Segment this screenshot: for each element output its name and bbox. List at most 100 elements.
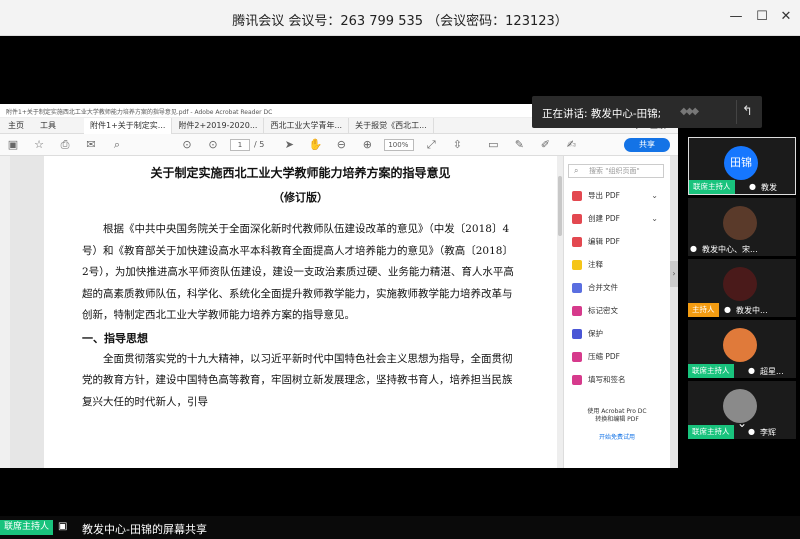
comment-tool-icon[interactable]: ▭ (486, 138, 500, 152)
edit-pdf-icon (572, 236, 582, 247)
avatar: 田锦 (724, 146, 758, 180)
fill-sign-icon (572, 374, 582, 385)
chevron-down-icon[interactable]: ⌄ (651, 191, 658, 200)
draw-icon[interactable]: ✐ (538, 138, 552, 152)
maximize-icon[interactable]: ☐ (753, 8, 771, 26)
participant-card[interactable]: 主持人 ● 教发中... (688, 259, 796, 317)
tool-item[interactable]: 保护 (564, 322, 670, 345)
participant-name: 李辉 (760, 428, 776, 437)
document-heading-1: 一、指导思想 (82, 331, 148, 345)
chevron-down-icon[interactable]: ⌄ (737, 416, 747, 430)
host-tag: 联席主持人 (689, 180, 735, 194)
free-trial-link[interactable]: 开始免费试用 (570, 434, 664, 442)
participant-card[interactable]: 田锦 联席主持人 ● 教发 (688, 137, 796, 195)
participant-name: 超星... (760, 367, 784, 376)
participant-name: 教发中... (736, 306, 768, 315)
page-number-input[interactable]: 1 (230, 138, 250, 151)
doc-tab-1[interactable]: 附件1+关于制定实... (84, 117, 173, 134)
tool-item-label: 保护 (588, 329, 603, 338)
export-pdf-icon (572, 190, 582, 201)
prev-page-icon[interactable]: ⊙ (180, 138, 194, 152)
document-paragraph-1: 根据《中共中央国务院关于全面深化新时代教师队伍建设改革的意见》（中发〔2018〕… (82, 223, 514, 321)
minimize-icon[interactable]: — (727, 8, 745, 26)
participant-card[interactable]: 联席主持人 ● 李辉 (688, 381, 796, 439)
meeting-titlebar: 腾讯会议 会议号：263 799 535 （会议密码：123123） — ☐ ✕ (0, 0, 800, 36)
bookmark-star-icon[interactable]: ☆ (32, 138, 46, 152)
promo-line-1: 使用 Acrobat Pro DC (587, 408, 647, 415)
document-paragraph-2: 全面贯彻落实党的十九大精神，以习近平新时代中国特色社会主义思想为指导，全面贯彻党… (82, 352, 513, 408)
tool-item[interactable]: 编辑 PDF (564, 230, 670, 253)
hand-tool-icon[interactable]: ✋ (308, 138, 322, 152)
tools-search-input[interactable]: ⌕ 搜索 "组织页面" (568, 164, 664, 178)
collapse-pane-icon[interactable]: › (670, 261, 678, 287)
share-button-label: 共享 (639, 140, 655, 149)
document-title: 关于制定实施西北工业大学教师能力培养方案的指导意见 (150, 166, 451, 180)
highlight-icon[interactable]: ✎ (512, 138, 526, 152)
microphone-icon: ● (749, 182, 756, 191)
search-icon: ⌕ (574, 166, 579, 175)
scroll-mode-icon[interactable]: ⇳ (450, 138, 464, 152)
avatar (723, 328, 757, 362)
tool-item-label: 创建 PDF (588, 214, 620, 223)
microphone-icon: ● (690, 244, 697, 253)
tool-item[interactable]: 合并文件 (564, 276, 670, 299)
exit-fullscreen-icon[interactable]: ↰ (736, 100, 758, 124)
document-subtitle: （修订版） (273, 191, 328, 204)
next-page-icon[interactable]: ⊙ (206, 138, 220, 152)
chevron-down-icon[interactable]: ⌄ (651, 214, 658, 223)
acrobat-window: 附件1+关于制定实施西北工业大学教师能力培养方案的指导意见.pdf - Adob… (0, 104, 678, 468)
page-total: / 5 (254, 140, 265, 149)
bottom-status-bar: 联席主持人 ▣ 教发中心-田锦的屏幕共享 (0, 516, 800, 539)
tools-pane: ⌕ 搜索 "组织页面" 导出 PDF ⌄ 创建 PDF ⌄ 编辑 PDF 注释合并文件标记… (563, 156, 670, 468)
acrobat-toolbar: ▣ ☆ ⎙ ✉ ⌕ ⊙ ⊙ 1 / 5 ➤ ✋ ⊖ ⊕ 100% ⤢ ⇳ ▭ ✎… (0, 134, 678, 156)
email-icon[interactable]: ✉ (84, 138, 98, 152)
menu-tools[interactable]: 工具 (32, 120, 64, 131)
tool-item-label: 编辑 PDF (588, 237, 620, 246)
search-icon[interactable]: ⌕ (110, 138, 124, 152)
zoom-select[interactable]: 100% (384, 138, 415, 151)
share-button[interactable]: 共享 (624, 138, 670, 152)
speaking-label: 正在讲话: 教发中心-田锦; (542, 108, 662, 120)
zoom-in-icon[interactable]: ⊕ (360, 138, 374, 152)
participant-list: 田锦 联席主持人 ● 教发 ● 教发中心、宋... 主持人 ● 教发中... 联席主持人 ● 超星..… (686, 137, 800, 439)
host-tag: 联席主持人 (688, 425, 734, 439)
tool-item[interactable]: 导出 PDF ⌄ (564, 184, 670, 207)
pro-promo: 使用 Acrobat Pro DC 转换和编辑 PDF 开始免费试用 (570, 408, 664, 442)
tool-item[interactable]: 压缩 PDF (564, 345, 670, 368)
close-icon[interactable]: ✕ (777, 8, 795, 26)
tool-item-label: 标记密文 (588, 306, 618, 315)
participant-name: 教发中心、宋... (702, 245, 758, 254)
participant-name: 教发 (761, 183, 777, 192)
promo-line-2: 转换和编辑 PDF (595, 416, 639, 423)
avatar (723, 267, 757, 301)
menu-home[interactable]: 主页 (0, 120, 32, 131)
fit-page-icon[interactable]: ⤢ (424, 138, 438, 152)
combine-files-icon (572, 282, 582, 293)
left-navigation-rail[interactable] (0, 156, 10, 468)
tool-item-label: 合并文件 (588, 283, 618, 292)
comment-icon (572, 259, 582, 270)
protect-icon (572, 328, 582, 339)
host-tag: 主持人 (688, 303, 719, 317)
redact-icon (572, 305, 582, 316)
doc-tab-4[interactable]: 关于报觉《西北工... (349, 117, 434, 134)
microphone-icon: ● (724, 305, 731, 314)
select-cursor-icon[interactable]: ➤ (282, 138, 296, 152)
tool-item[interactable]: 注释 (564, 253, 670, 276)
save-icon[interactable]: ▣ (6, 138, 20, 152)
participant-card[interactable]: ● 教发中心、宋... (688, 198, 796, 256)
speaking-banner: 正在讲话: 教发中心-田锦; ◆◆◆ ↰ (532, 96, 762, 128)
tool-item[interactable]: 标记密文 (564, 299, 670, 322)
tool-item[interactable]: 创建 PDF ⌄ (564, 207, 670, 230)
doc-tab-2[interactable]: 附件2+2019-2020... (172, 117, 265, 134)
sign-icon[interactable]: ✍ (564, 138, 578, 152)
participant-card[interactable]: 联席主持人 ● 超星... (688, 320, 796, 378)
tool-item[interactable]: 填写和签名 (564, 368, 670, 391)
print-icon[interactable]: ⎙ (58, 138, 72, 152)
microphone-icon: ● (748, 366, 755, 375)
avatar (723, 206, 757, 240)
participant-avatars-icon: ◆◆◆ (680, 106, 699, 117)
scrollbar-thumb[interactable] (558, 176, 562, 236)
doc-tab-3[interactable]: 西北工业大学青年... (264, 117, 350, 134)
zoom-out-icon[interactable]: ⊖ (334, 138, 348, 152)
